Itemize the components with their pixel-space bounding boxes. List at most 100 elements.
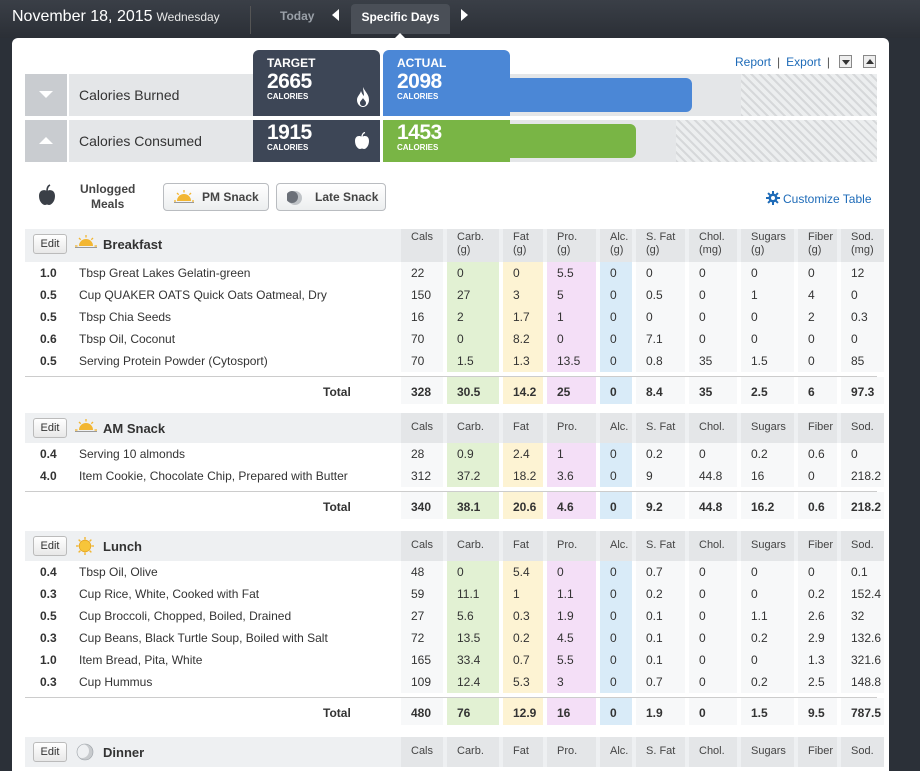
total-cell: 25: [547, 377, 596, 404]
column-header: S. Fat: [636, 413, 685, 443]
unlogged-label-line1: Unlogged: [80, 182, 136, 196]
column-header-label: Carb.: [457, 231, 484, 243]
column-header-unit: (g): [610, 244, 624, 256]
food-row: 0.5 Cup QUAKER OATS Quick Oats Oatmeal, D…: [25, 284, 884, 306]
edit-button[interactable]: Edit: [33, 536, 67, 556]
meal-header: Edit Lunch Cals Carb. Fat Pro. Alc. S. Fat Chol.…: [25, 531, 884, 561]
report-link[interactable]: Report: [735, 55, 771, 69]
column-header: Carb.: [447, 737, 499, 767]
food-row: 0.3 Cup Beans, Black Turtle Soup, Boiled …: [25, 627, 884, 649]
column-header: Sod.: [841, 531, 884, 561]
column-header-unit: (g): [808, 244, 822, 256]
customize-table-link[interactable]: Customize Table: [766, 191, 872, 206]
column-header-label: Cals: [411, 231, 434, 243]
column-header-unit: (g): [751, 244, 765, 256]
edit-button[interactable]: Edit: [33, 418, 67, 438]
expand-burned-button[interactable]: [25, 74, 67, 116]
column-header: Cals: [401, 737, 443, 767]
nutrient-cell: 0.2: [798, 583, 837, 605]
nutrient-cell: 5.5: [547, 262, 596, 284]
food-description: Cup QUAKER OATS Quick Oats Oatmeal, Dry: [79, 288, 327, 302]
column-header: S. Fat: [636, 531, 685, 561]
food-row: 0.4 Serving 10 almonds 28 0.9 2.4 1 0 0.2 0 0.2 0.…: [25, 443, 884, 465]
expand-consumed-button[interactable]: [25, 120, 67, 162]
nutrient-cell: 0: [689, 284, 737, 306]
late-snack-button[interactable]: Late Snack: [276, 183, 386, 211]
nutrient-cell: 1.9: [547, 605, 596, 627]
nutrient-cell: 4.5: [547, 627, 596, 649]
serving-quantity: 4.0: [40, 469, 57, 483]
total-cell: 0: [600, 492, 632, 519]
nutrient-cell: 0: [689, 561, 737, 583]
serving-quantity: 0.6: [40, 332, 57, 346]
column-header: S. Fat: [636, 737, 685, 767]
previous-day-arrow-icon[interactable]: [332, 9, 339, 21]
total-cell: 38.1: [447, 492, 499, 519]
column-header: Cals: [401, 413, 443, 443]
nutrient-cell: 0: [741, 306, 794, 328]
nutrient-cell: 16: [741, 465, 794, 487]
collapse-up-button[interactable]: [863, 55, 876, 68]
total-cell: 16: [547, 698, 596, 725]
column-header: Sod.: [841, 413, 884, 443]
meal-name: Dinner: [103, 745, 145, 760]
nutrient-cell: 1.7: [503, 306, 543, 328]
nutrient-cell: 1.1: [547, 583, 596, 605]
column-header: Fat: [503, 413, 543, 443]
burned-progress-bar: [510, 78, 692, 112]
total-cell: 20.6: [503, 492, 543, 519]
total-cell: 4.6: [547, 492, 596, 519]
flame-icon: [357, 87, 369, 107]
column-header: Sod.: [841, 737, 884, 767]
column-header: Sugars: [741, 737, 794, 767]
nutrient-cell: 1.5: [447, 350, 499, 372]
nutrient-cell: 0: [689, 583, 737, 605]
nutrient-cell: 0: [600, 627, 632, 649]
nutrient-cell: 13.5: [447, 627, 499, 649]
nutrient-cell: 0: [741, 561, 794, 583]
nutrient-cell: 109: [401, 671, 443, 693]
serving-quantity: 0.3: [40, 587, 57, 601]
serving-quantity: 1.0: [40, 653, 57, 667]
column-header: S. Fat (g): [636, 229, 685, 262]
today-tab[interactable]: Today: [280, 9, 314, 23]
serving-quantity: 0.5: [40, 310, 57, 324]
nutrient-cell: 1.5: [741, 350, 794, 372]
total-cell: 0: [600, 377, 632, 404]
link-separator: |: [777, 55, 781, 69]
chevron-down-icon: [842, 60, 850, 65]
total-cell: 1.5: [741, 698, 794, 725]
nutrient-cell: 5.3: [503, 671, 543, 693]
pm-snack-button[interactable]: PM Snack: [163, 183, 269, 211]
nutrient-cell: 2.4: [503, 443, 543, 465]
burned-actual-value: 2098: [397, 70, 442, 93]
column-header: Sugars (g): [741, 229, 794, 262]
consumed-remaining-hatch: [676, 120, 877, 162]
collapse-down-button[interactable]: [839, 55, 852, 68]
column-header: Sugars: [741, 413, 794, 443]
total-label: Total: [323, 706, 351, 720]
nutrient-cell: 13.5: [547, 350, 596, 372]
food-row: 0.5 Cup Broccoli, Chopped, Boiled, Draine…: [25, 605, 884, 627]
export-link[interactable]: Export: [786, 55, 821, 69]
apple-icon: [39, 184, 55, 205]
next-day-arrow-icon[interactable]: [461, 9, 468, 21]
edit-button[interactable]: Edit: [33, 742, 67, 762]
total-cell: 44.8: [689, 492, 737, 519]
specific-days-tab[interactable]: Specific Days: [351, 4, 450, 40]
nutrient-cell: 0: [600, 350, 632, 372]
edit-button[interactable]: Edit: [33, 234, 67, 254]
total-label: Total: [323, 385, 351, 399]
nutrient-cell: 0.3: [841, 306, 884, 328]
nutrient-cell: 0: [741, 583, 794, 605]
nutrient-cell: 0: [600, 328, 632, 350]
total-cell: 16.2: [741, 492, 794, 519]
calories-consumed-label: Calories Consumed: [69, 120, 273, 162]
link-separator: |: [826, 55, 830, 69]
late-snack-label: Late Snack: [315, 190, 379, 204]
column-header: Chol. (mg): [689, 229, 737, 262]
meal-name: AM Snack: [103, 421, 166, 436]
total-cell: 6: [798, 377, 837, 404]
food-description: Item Cookie, Chocolate Chip, Prepared wi…: [79, 469, 348, 483]
column-header: Alc.: [600, 737, 632, 767]
